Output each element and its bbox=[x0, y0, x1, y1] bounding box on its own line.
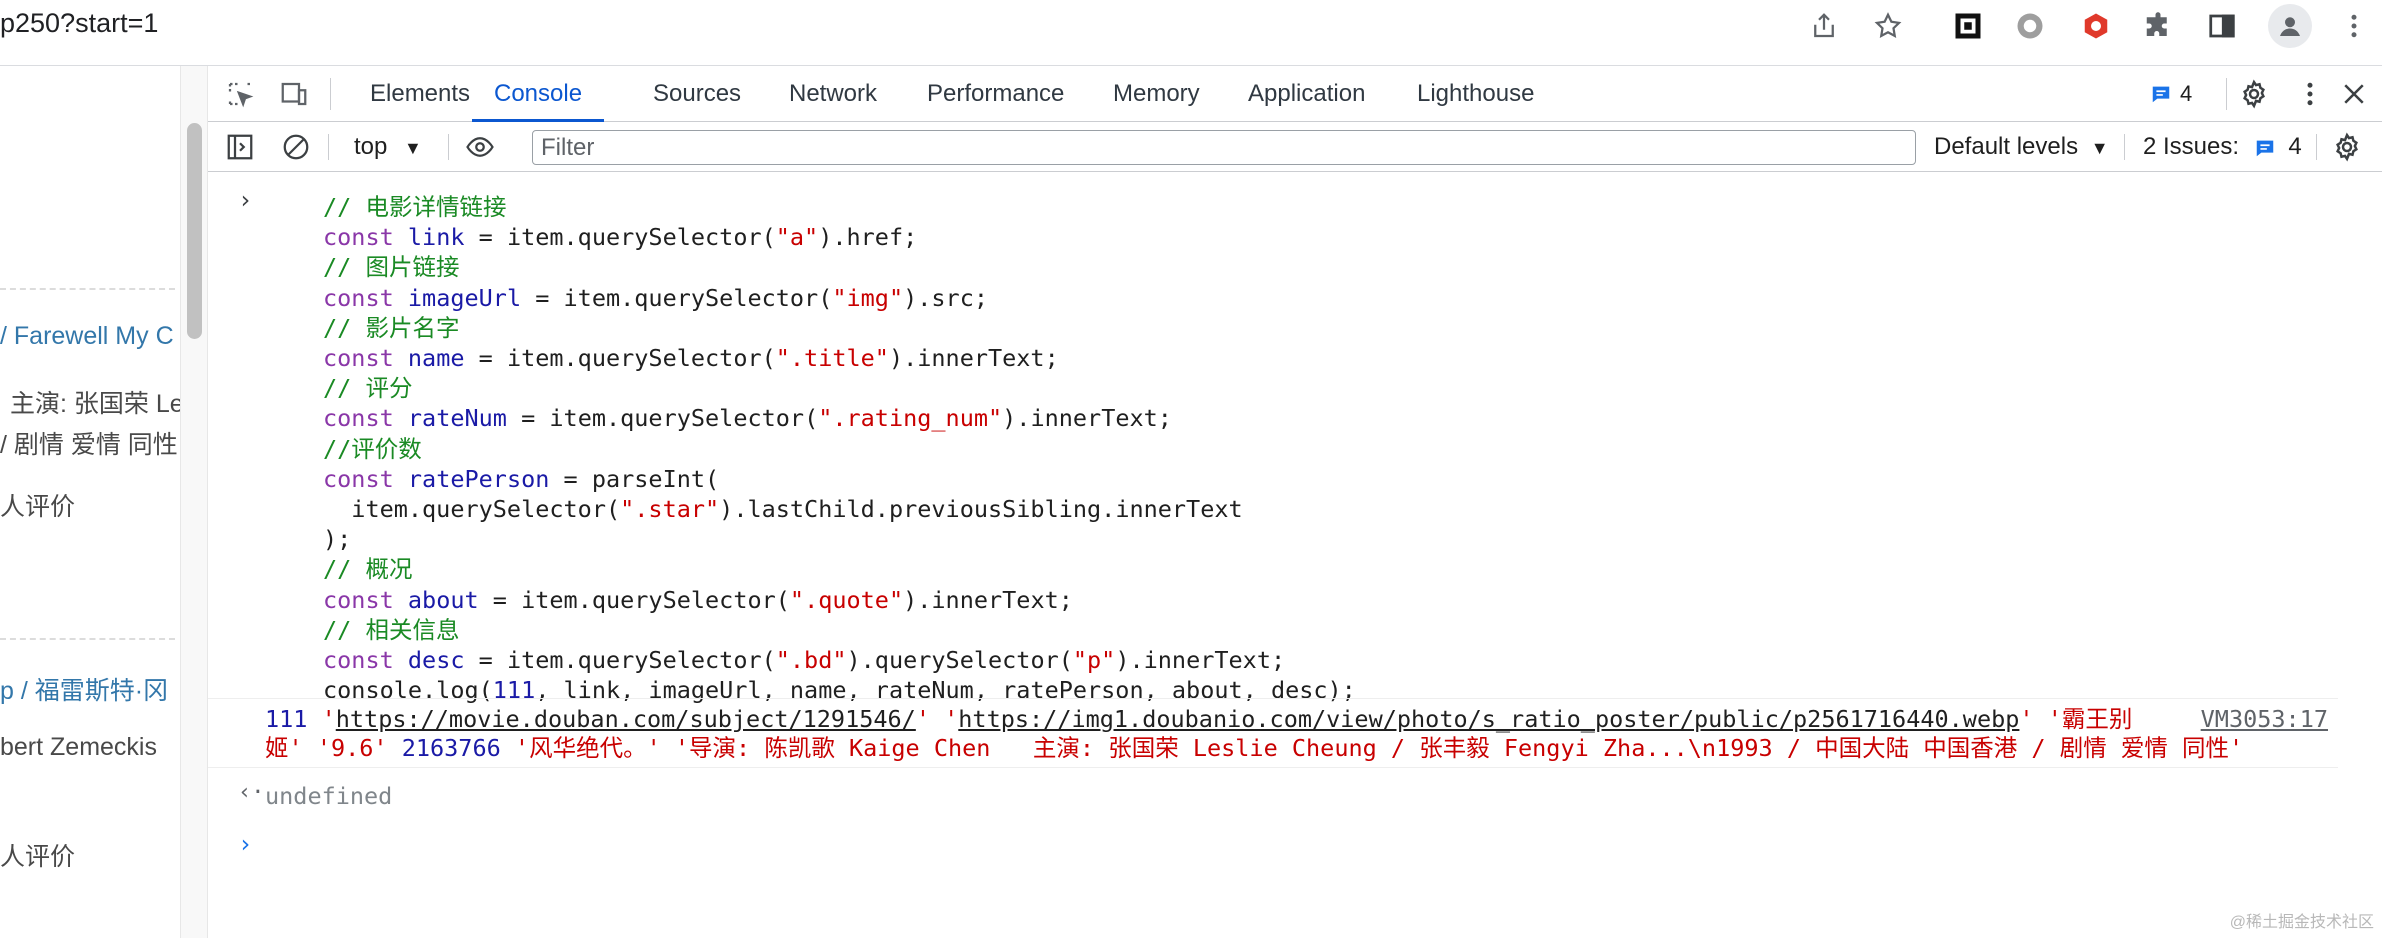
puzzle-icon[interactable] bbox=[2140, 8, 2176, 44]
device-toolbar-icon[interactable] bbox=[278, 78, 310, 110]
log-number: 111 bbox=[265, 705, 308, 733]
tab-application[interactable]: Application bbox=[1248, 66, 1365, 122]
log-name-cont: 姬' bbox=[265, 734, 303, 762]
rating-count-text: 人评价 bbox=[0, 843, 76, 871]
sidebar-toggle-icon[interactable] bbox=[224, 131, 256, 163]
share-icon[interactable] bbox=[1806, 8, 1842, 44]
log-image-link[interactable]: https://img1.doubanio.com/view/photo/s_r… bbox=[958, 705, 2019, 733]
filter-field[interactable] bbox=[532, 130, 1916, 165]
context-selector[interactable]: top ▼ bbox=[354, 122, 422, 172]
inspect-element-icon[interactable] bbox=[224, 78, 256, 110]
star-icon[interactable] bbox=[1870, 8, 1906, 44]
log-levels-dropdown[interactable]: Default levels ▼ bbox=[1934, 122, 2109, 172]
return-arrow-icon: ‹· bbox=[238, 780, 265, 805]
code-line: // 评分 bbox=[323, 374, 413, 403]
code-line: const desc = item.querySelector(".bd").q… bbox=[323, 646, 1286, 675]
watermark-text: @稀土掘金技术社区 bbox=[2229, 914, 2374, 931]
movie-genre-text: / 剧情 爱情 同性 bbox=[0, 431, 178, 459]
extension-qr-icon[interactable] bbox=[1950, 8, 1986, 44]
chevron-down-icon: ▼ bbox=[2090, 138, 2109, 158]
more-vert-icon[interactable] bbox=[2292, 76, 2328, 112]
console-settings-icon[interactable] bbox=[2330, 130, 2364, 164]
log-name: '霸王别 bbox=[2047, 705, 2133, 733]
tab-performance[interactable]: Performance bbox=[927, 66, 1064, 122]
more-vert-icon[interactable] bbox=[2336, 8, 2372, 44]
code-line: const rateNum = item.querySelector(".rat… bbox=[323, 404, 1172, 433]
prompt-chevron-icon[interactable]: › bbox=[238, 830, 252, 858]
code-line: // 相关信息 bbox=[323, 615, 460, 644]
log-about: '风华绝代。' bbox=[514, 734, 661, 762]
movie-title-link[interactable]: p / 福雷斯特·冈 bbox=[0, 671, 168, 707]
tab-lighthouse[interactable]: Lighthouse bbox=[1417, 66, 1534, 122]
tab-sources[interactable]: Sources bbox=[653, 66, 741, 122]
web-page-content: / Farewell My C 主演: 张国荣 Le / 剧情 爱情 同性 人评… bbox=[0, 66, 180, 938]
settings-gear-icon[interactable] bbox=[2236, 76, 2272, 112]
log-rate: '9.6' bbox=[316, 734, 388, 762]
scrollbar-thumb[interactable] bbox=[187, 123, 202, 339]
return-value: undefined bbox=[265, 782, 393, 810]
code-line: const link = item.querySelector("a").hre… bbox=[323, 223, 918, 252]
code-line: ); bbox=[323, 525, 352, 554]
code-line: const name = item.querySelector(".title"… bbox=[323, 344, 1059, 373]
code-line: // 电影详情链接 bbox=[323, 193, 507, 221]
browser-toolbar: p250?start=1 bbox=[0, 0, 2382, 66]
log-levels-label: Default levels bbox=[1934, 133, 2079, 160]
log-link[interactable]: https://movie.douban.com/subject/1291546… bbox=[336, 705, 916, 733]
tab-memory[interactable]: Memory bbox=[1113, 66, 1200, 122]
chevron-right-icon[interactable]: › bbox=[238, 186, 252, 214]
console-toolbar: top ▼ Default levels ▼ 2 Issues: 4 bbox=[208, 122, 2382, 172]
code-line: const about = item.querySelector(".quote… bbox=[323, 585, 1073, 614]
filter-input[interactable] bbox=[533, 131, 1915, 164]
console-log-message: 111 'https://movie.douban.com/subject/12… bbox=[208, 698, 2338, 768]
rating-count-text: 人评价 bbox=[0, 493, 76, 521]
code-line: // 图片链接 bbox=[323, 253, 460, 282]
movie-director-text: bert Zemeckis bbox=[0, 733, 157, 761]
divider bbox=[0, 288, 175, 290]
code-line: const ratePerson = parseInt( bbox=[323, 464, 720, 493]
log-text: 111 'https://movie.douban.com/subject/12… bbox=[265, 705, 2244, 762]
extension-circle-icon[interactable] bbox=[2012, 8, 2048, 44]
tab-network[interactable]: Network bbox=[789, 66, 877, 122]
devtools-tab-bar: Elements Console Sources Network Perform… bbox=[208, 66, 2382, 122]
messages-badge[interactable]: 4 bbox=[2150, 80, 2212, 108]
address-bar[interactable]: p250?start=1 bbox=[0, 8, 158, 39]
code-line: item.querySelector(".star").lastChild.pr… bbox=[323, 495, 1243, 524]
divider bbox=[0, 638, 175, 640]
tab-console[interactable]: Console bbox=[472, 66, 605, 122]
movie-title-link[interactable]: / Farewell My C bbox=[0, 322, 174, 351]
code-line: const imageUrl = item.querySelector("img… bbox=[323, 283, 988, 312]
issues-count: 4 bbox=[2288, 133, 2302, 160]
extension-shield-icon[interactable] bbox=[2078, 8, 2114, 44]
clear-console-icon[interactable] bbox=[280, 131, 312, 163]
chevron-down-icon: ▼ bbox=[404, 138, 422, 158]
log-desc: '导演: 陈凯歌 Kaige Chen 主演: 张国荣 Leslie Cheun… bbox=[674, 734, 2244, 762]
log-count: 2163766 bbox=[401, 734, 501, 762]
eye-icon[interactable] bbox=[460, 128, 500, 166]
tab-elements[interactable]: Elements bbox=[370, 66, 470, 122]
movie-cast-text: 主演: 张国荣 Le bbox=[10, 390, 180, 418]
console-output: › // 电影详情链接 const link = item.querySelect… bbox=[208, 172, 2382, 938]
code-line: // 影片名字 bbox=[323, 313, 460, 342]
message-count: 4 bbox=[2180, 81, 2193, 106]
code-line: //评价数 bbox=[323, 434, 422, 463]
issues-counter[interactable]: 2 Issues: 4 bbox=[2143, 122, 2302, 172]
input-code-block: // 电影详情链接 const link = item.querySelector… bbox=[323, 192, 1356, 705]
close-icon[interactable] bbox=[2336, 76, 2372, 112]
context-label: top bbox=[354, 133, 388, 160]
issues-label: 2 Issues: bbox=[2143, 133, 2240, 160]
profile-icon[interactable] bbox=[2268, 4, 2312, 48]
sidebar-icon[interactable] bbox=[2204, 8, 2240, 44]
code-line: // 概况 bbox=[323, 555, 413, 584]
issues-message-icon bbox=[2254, 137, 2276, 159]
source-location-link[interactable]: VM3053:17 bbox=[2201, 705, 2328, 733]
devtools-panel: Elements Console Sources Network Perform… bbox=[208, 66, 2382, 938]
page-scrollbar[interactable] bbox=[180, 66, 208, 938]
